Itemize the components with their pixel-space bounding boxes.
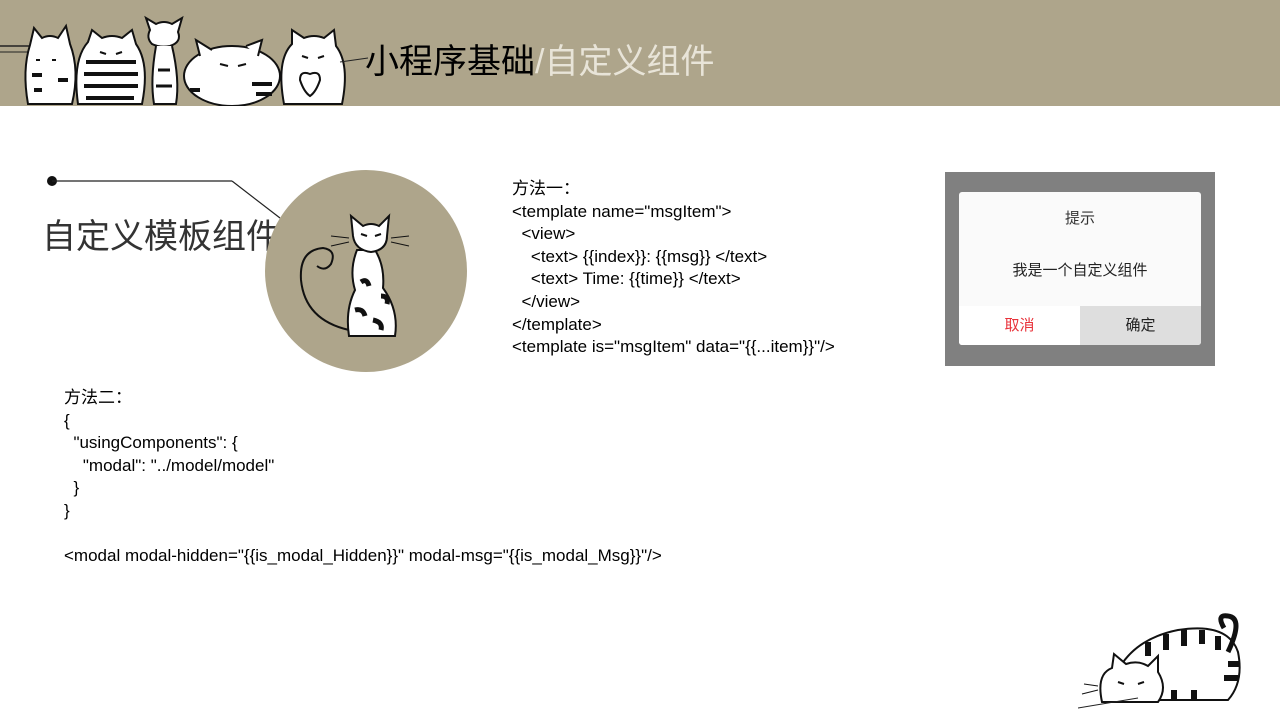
modal-cancel-button[interactable]: 取消 xyxy=(959,306,1080,345)
modal-message: 我是一个自定义组件 xyxy=(1012,262,1148,279)
cats-group-icon xyxy=(0,15,369,106)
title-sub: /自定义组件 xyxy=(535,43,715,81)
modal-title: 提示 xyxy=(1064,210,1095,227)
modal-confirm-button[interactable]: 确定 xyxy=(1080,306,1201,345)
method-one-code: 方法一： <template name="msgItem"> <view> <t… xyxy=(512,179,835,357)
page-title: 小程序基础/自定义组件 xyxy=(365,40,714,84)
method-two-code: 方法二： { "usingComponents": { "modal": "..… xyxy=(64,388,662,566)
sitting-cat-icon xyxy=(265,170,467,372)
header-bar: 小程序基础/自定义组件 xyxy=(0,0,1280,106)
section-heading: 自定义模板组件 xyxy=(42,218,280,256)
title-main: 小程序基础 xyxy=(365,43,535,81)
lying-cat-icon xyxy=(1078,613,1241,709)
modal-dialog: 提示 我是一个自定义组件 取消 确定 xyxy=(959,192,1201,345)
